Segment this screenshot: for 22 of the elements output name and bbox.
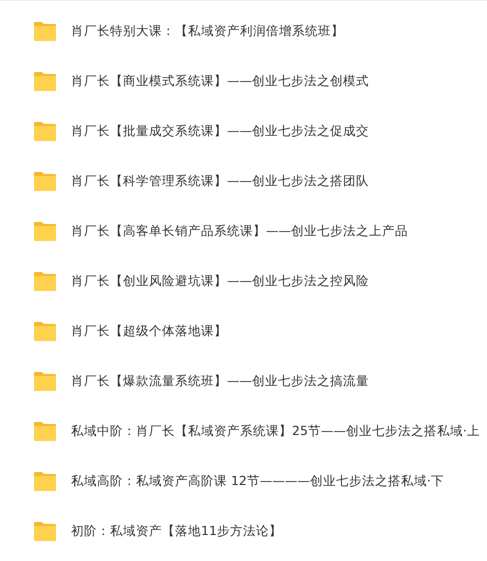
folder-name[interactable]: 肖厂长【超级个体落地课】 — [71, 322, 227, 340]
folder-icon — [33, 420, 57, 442]
folder-name[interactable]: 肖厂长【高客单长销产品系统课】——创业七步法之上产品 — [71, 222, 408, 240]
folder-name[interactable]: 肖厂长【爆款流量系统班】——创业七步法之搞流量 — [71, 372, 369, 390]
folder-icon — [33, 170, 57, 192]
folder-icon — [33, 220, 57, 242]
folder-icon — [33, 120, 57, 142]
folder-icon — [33, 470, 57, 492]
folder-name[interactable]: 肖厂长【商业模式系统课】——创业七步法之创模式 — [71, 72, 369, 90]
folder-icon — [33, 370, 57, 392]
folder-name[interactable]: 肖厂长【批量成交系统课】——创业七步法之促成交 — [71, 122, 369, 140]
folder-name[interactable]: 肖厂长【创业风险避坑课】——创业七步法之控风险 — [71, 272, 369, 290]
folder-icon — [33, 320, 57, 342]
folder-name[interactable]: 肖厂长特别大课：【私域资产利润倍增系统班】 — [71, 22, 344, 40]
folder-icon — [33, 20, 57, 42]
folder-name[interactable]: 私域中阶：肖厂长【私域资产系统课】25节——创业七步法之搭私域·上 — [71, 422, 480, 440]
folder-name[interactable]: 肖厂长【科学管理系统课】——创业七步法之搭团队 — [71, 172, 369, 190]
folder-icon — [33, 520, 57, 542]
folder-icon — [33, 270, 57, 292]
folder-icon — [33, 70, 57, 92]
folder-name[interactable]: 私域高阶：私域资产高阶课 12节————创业七步法之搭私域·下 — [71, 472, 444, 490]
folder-name[interactable]: 初阶：私域资产【落地11步方法论】 — [71, 522, 282, 540]
